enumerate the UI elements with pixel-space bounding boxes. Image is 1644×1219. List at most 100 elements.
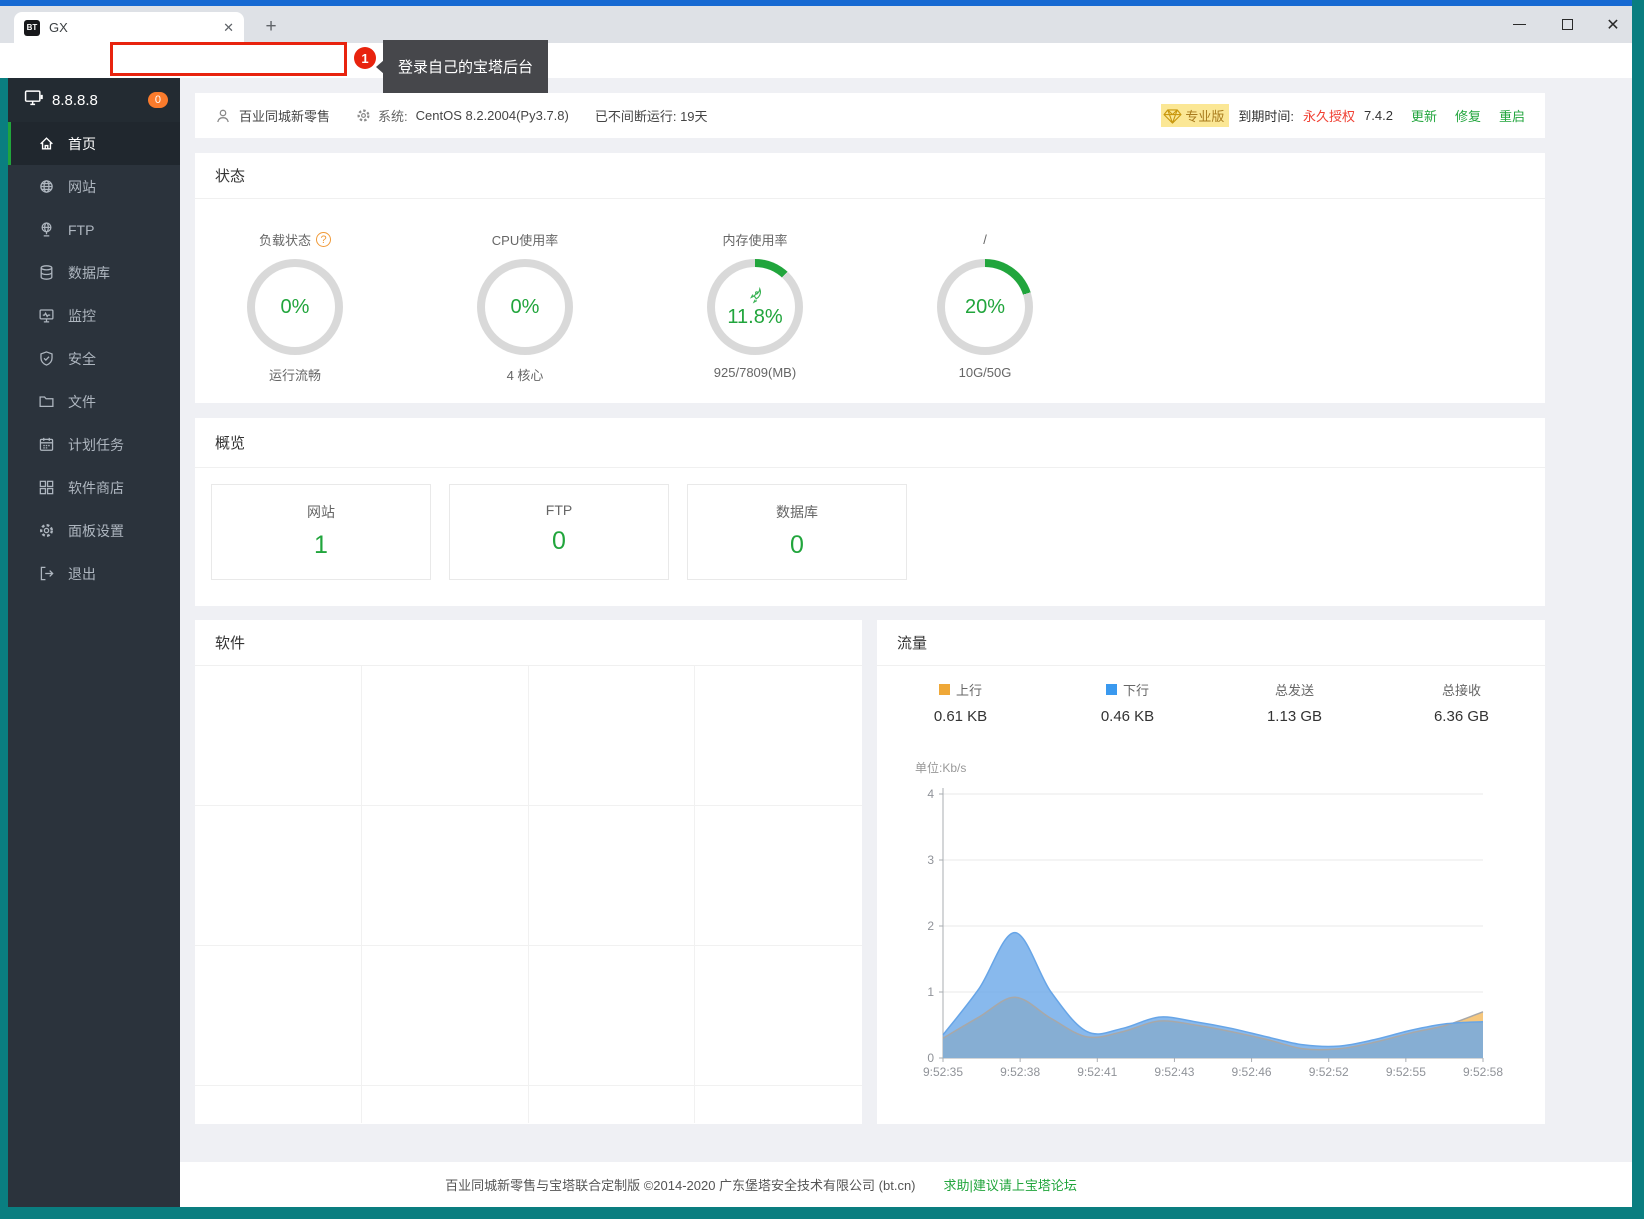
svg-text:0: 0	[927, 1051, 934, 1065]
chart-unit-label: 单位:Kb/s	[915, 759, 1545, 776]
gauge-subtitle: 925/7809(MB)	[655, 365, 855, 380]
sidebar-item-files[interactable]: 文件	[8, 380, 180, 423]
sidebar-header: 8.8.8.8 0	[8, 78, 180, 122]
sidebar-item-label: 首页	[68, 134, 96, 154]
svg-text:1: 1	[927, 985, 934, 999]
restart-link[interactable]: 重启	[1499, 106, 1525, 125]
sidebar: 8.8.8.8 0 首页 网站 FTP 数据库 监控 安全 文件 计划任务 软件…	[8, 78, 180, 1207]
tab-favicon: BT	[24, 20, 40, 36]
sidebar-item-label: 网站	[68, 177, 96, 197]
gear-icon	[38, 522, 55, 539]
software-grid-cell	[362, 666, 529, 806]
sidebar-item-logout[interactable]: 退出	[8, 552, 180, 595]
software-grid-cell	[195, 806, 362, 946]
sidebar-item-security[interactable]: 安全	[8, 337, 180, 380]
server-ip: 8.8.8.8	[52, 92, 148, 109]
svg-text:9:52:41: 9:52:41	[1077, 1065, 1117, 1079]
software-grid-cell	[529, 946, 696, 1086]
svg-text:9:52:55: 9:52:55	[1386, 1065, 1426, 1079]
sidebar-item-ftp[interactable]: FTP	[8, 208, 180, 251]
sidebar-item-crontab[interactable]: 计划任务	[8, 423, 180, 466]
overview-panel-title: 概览	[195, 418, 1545, 468]
overview-card-value: 1	[212, 531, 430, 560]
sidebar-item-label: 数据库	[68, 263, 110, 283]
sidebar-item-label: 安全	[68, 349, 96, 369]
update-link[interactable]: 更新	[1411, 106, 1437, 125]
browser-tab[interactable]: BT GX ✕	[14, 12, 244, 43]
traffic-stat-value: 0.46 KB	[1044, 708, 1211, 725]
sidebar-item-home[interactable]: 首页	[8, 122, 180, 165]
gauge-title: CPU使用率	[492, 230, 558, 249]
sidebar-item-label: 面板设置	[68, 521, 124, 541]
software-grid	[195, 666, 862, 1123]
sidebar-item-soft-store[interactable]: 软件商店	[8, 466, 180, 509]
software-grid-cell	[529, 806, 696, 946]
svg-text:9:52:52: 9:52:52	[1309, 1065, 1349, 1079]
software-grid-cell	[195, 666, 362, 806]
edition-badge[interactable]: 专业版	[1161, 104, 1229, 127]
server-infobar: 百业同城新零售 系统: CentOS 8.2.2004(Py3.7.8) 已不间…	[195, 93, 1545, 138]
gauge-title: 内存使用率	[722, 230, 787, 249]
system-gear-icon	[356, 108, 371, 123]
legend-swatch	[939, 684, 950, 695]
sidebar-item-label: 监控	[68, 306, 96, 326]
repair-link[interactable]: 修复	[1455, 106, 1481, 125]
overview-card[interactable]: 网站 1	[211, 484, 431, 580]
software-grid-cell	[695, 806, 862, 946]
overview-cards: 网站 1 FTP 0 数据库 0	[195, 468, 1545, 596]
status-gauge: 内存使用率 ? 11.8% 925/7809(MB)	[655, 229, 855, 384]
gauge-subtitle: 4 核心	[425, 365, 625, 384]
browser-toolbar: 登录自己的宝塔后台	[0, 43, 1632, 78]
folder-icon	[38, 393, 55, 410]
overview-card[interactable]: FTP 0	[449, 484, 669, 580]
sidebar-menu: 首页 网站 FTP 数据库 监控 安全 文件 计划任务 软件商店 面板设置 退出	[8, 122, 180, 595]
sidebar-item-database[interactable]: 数据库	[8, 251, 180, 294]
traffic-stat-value: 0.61 KB	[877, 708, 1044, 725]
user-name[interactable]: 百业同城新零售	[239, 106, 330, 125]
message-count-badge[interactable]: 0	[148, 92, 168, 108]
overview-card-value: 0	[688, 531, 906, 560]
legend-swatch	[1106, 684, 1117, 695]
overview-card-label: 数据库	[688, 502, 906, 522]
traffic-chart: 012349:52:359:52:389:52:419:52:439:52:46…	[905, 776, 1505, 1096]
expire-value[interactable]: 永久授权	[1303, 106, 1355, 125]
footer-forum-link[interactable]: 求助|建议请上宝塔论坛	[944, 1175, 1077, 1194]
gauge-ring: 11.8%	[707, 259, 803, 355]
software-panel: 软件	[195, 620, 862, 1124]
traffic-stat-label: 下行	[1123, 680, 1149, 699]
sidebar-item-label: 计划任务	[68, 435, 124, 455]
gauge-value: 20%	[965, 296, 1005, 319]
user-icon	[215, 108, 231, 124]
status-panel: 状态 负载状态 ? 0% 运行流畅 CPU使用率 ? 0%	[195, 153, 1545, 403]
sidebar-item-monitor[interactable]: 监控	[8, 294, 180, 337]
svg-text:9:52:38: 9:52:38	[1000, 1065, 1040, 1079]
traffic-panel-title: 流量	[877, 620, 1545, 666]
sidebar-item-panel-config[interactable]: 面板设置	[8, 509, 180, 552]
help-icon[interactable]: ?	[316, 232, 331, 247]
overview-card[interactable]: 数据库 0	[687, 484, 907, 580]
software-grid-cell	[695, 946, 862, 1086]
gauge-ring: 0%	[477, 259, 573, 355]
software-grid-cell	[362, 806, 529, 946]
software-grid-cell	[695, 666, 862, 806]
tab-close-icon[interactable]: ✕	[223, 20, 234, 36]
system-label: 系统:	[378, 106, 408, 125]
software-grid-cell	[529, 666, 696, 806]
footer-copyright: 百业同城新零售与宝塔联合定制版 ©2014-2020 广东堡塔安全技术有限公司 …	[445, 1175, 915, 1194]
traffic-stat-label: 总接收	[1442, 680, 1481, 699]
window-minimize-button[interactable]	[1498, 6, 1540, 43]
svg-text:3: 3	[927, 853, 934, 867]
sidebar-item-site[interactable]: 网站	[8, 165, 180, 208]
overview-card-label: 网站	[212, 502, 430, 522]
expire-label: 到期时间:	[1238, 106, 1294, 125]
sidebar-item-label: 退出	[68, 564, 96, 584]
panel-version: 7.4.2	[1364, 108, 1393, 123]
gauge-subtitle: 10G/50G	[885, 365, 1085, 380]
frame-bottom-strip	[0, 1207, 1632, 1219]
sidebar-item-label: 软件商店	[68, 478, 124, 498]
window-maximize-button[interactable]	[1546, 6, 1588, 43]
frame-left-strip	[0, 78, 8, 1207]
gauge-value: 0%	[281, 296, 310, 319]
new-tab-button[interactable]: +	[258, 14, 284, 40]
window-close-button[interactable]: ✕	[1592, 6, 1634, 43]
